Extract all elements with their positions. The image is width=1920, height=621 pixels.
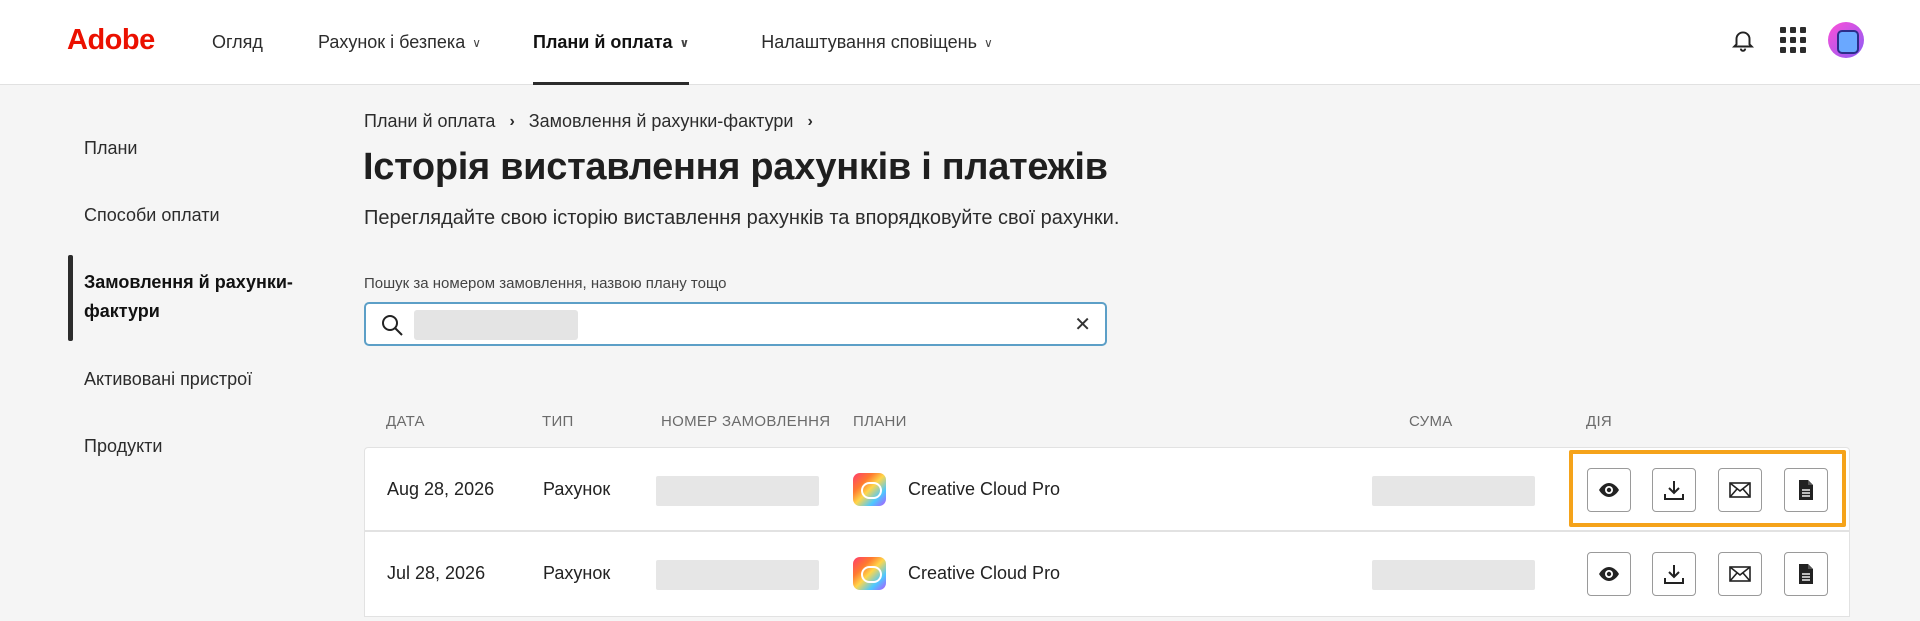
sidebar-item-activated-devices[interactable]: Активовані пристрої — [84, 365, 252, 394]
nav-plans-payment[interactable]: Плани й оплата ∨ — [533, 0, 690, 85]
document-icon — [1799, 480, 1813, 500]
sidebar-item-payment-methods[interactable]: Способи оплати — [84, 201, 220, 230]
row-order-number-redacted — [656, 476, 819, 506]
row-date: Aug 28, 2026 — [387, 479, 495, 499]
row-amount-redacted — [1372, 476, 1535, 506]
document-icon — [1799, 564, 1813, 584]
page-subtitle: Переглядайте свою історію виставлення ра… — [364, 207, 1120, 229]
view-icon — [1599, 567, 1619, 581]
column-header-action: ДІЯ — [1586, 413, 1613, 430]
nav-notification-settings-label: Налаштування сповіщень — [761, 32, 977, 52]
column-header-date[interactable]: ДАТА — [386, 413, 425, 430]
header-actions — [1730, 22, 1864, 58]
download-button[interactable] — [1652, 552, 1696, 596]
row-date: Jul 28, 2026 — [387, 563, 486, 583]
table-row: Aug 28, 2026 Рахунок Creative Cloud Pro — [364, 447, 1850, 531]
apps-grid-icon[interactable] — [1780, 27, 1806, 53]
main-nav: Огляд Рахунок і безпека ∨ Плани й оплата… — [212, 0, 993, 85]
email-icon — [1729, 566, 1751, 582]
row-plan: Creative Cloud Pro — [908, 479, 1061, 499]
chevron-right-icon: › — [509, 112, 515, 130]
search-input[interactable] — [414, 304, 1034, 344]
column-header-type[interactable]: ТИП — [542, 413, 574, 430]
row-plan: Creative Cloud Pro — [908, 563, 1061, 583]
search-label: Пошук за номером замовлення, назвою план… — [364, 275, 727, 292]
table-row: Jul 28, 2026 Рахунок Creative Cloud Pro — [364, 531, 1850, 617]
nav-notification-settings[interactable]: Налаштування сповіщень ∨ — [761, 0, 992, 85]
view-button[interactable] — [1587, 552, 1631, 596]
nav-plans-payment-label: Плани й оплата — [533, 32, 673, 52]
sidebar-active-marker — [68, 255, 73, 341]
column-header-amount[interactable]: СУМА — [1409, 413, 1453, 430]
nav-account-security[interactable]: Рахунок і безпека ∨ — [318, 0, 481, 85]
view-button[interactable] — [1587, 468, 1631, 512]
email-button[interactable] — [1718, 468, 1762, 512]
bell-icon[interactable] — [1730, 26, 1756, 54]
sidebar-item-products[interactable]: Продукти — [84, 432, 162, 461]
sidebar-item-orders-invoices[interactable]: Замовлення й рахунки- фактури — [84, 268, 293, 326]
chevron-down-icon: ∨ — [472, 35, 481, 50]
chevron-down-icon: ∨ — [983, 35, 993, 50]
row-amount-redacted — [1372, 560, 1535, 590]
creative-cloud-icon — [853, 557, 886, 590]
row-type: Рахунок — [543, 563, 611, 583]
creative-cloud-icon — [853, 473, 886, 506]
adobe-logo[interactable]: Adobe — [67, 24, 155, 57]
download-button[interactable] — [1652, 468, 1696, 512]
nav-overview[interactable]: Огляд — [212, 0, 263, 85]
page-title: Історія виставлення рахунків і платежів — [363, 146, 1108, 188]
search-field[interactable]: ✕ — [364, 302, 1107, 346]
row-order-number-redacted — [656, 560, 819, 590]
sidebar-item-orders-invoices-line1: Замовлення й рахунки- — [84, 272, 293, 292]
download-icon — [1664, 481, 1684, 500]
view-icon — [1599, 483, 1619, 497]
chevron-right-icon: › — [807, 112, 813, 130]
column-header-plans[interactable]: ПЛАНИ — [853, 413, 907, 430]
breadcrumb: Плани й оплата › Замовлення й рахунки-фа… — [364, 111, 827, 132]
nav-overview-label: Огляд — [212, 32, 263, 52]
document-button[interactable] — [1784, 468, 1828, 512]
row-type: Рахунок — [543, 479, 611, 499]
download-icon — [1664, 565, 1684, 584]
sidebar-item-orders-invoices-line2: фактури — [84, 301, 160, 321]
email-icon — [1729, 482, 1751, 498]
nav-account-security-label: Рахунок і безпека — [317, 32, 466, 52]
avatar[interactable] — [1828, 22, 1864, 58]
sidebar-item-plans[interactable]: Плани — [84, 134, 137, 163]
email-button[interactable] — [1718, 552, 1762, 596]
clear-search-icon[interactable]: ✕ — [1074, 312, 1091, 337]
breadcrumb-plans-payment[interactable]: Плани й оплата — [364, 111, 495, 132]
search-icon — [382, 315, 403, 336]
top-bar: Adobe Огляд Рахунок і безпека ∨ Плани й … — [0, 0, 1920, 85]
breadcrumb-orders-invoices[interactable]: Замовлення й рахунки-фактури — [529, 111, 794, 132]
chevron-down-icon: ∨ — [679, 35, 690, 50]
column-header-order-number[interactable]: НОМЕР ЗАМОВЛЕННЯ — [661, 413, 830, 430]
document-button[interactable] — [1784, 552, 1828, 596]
